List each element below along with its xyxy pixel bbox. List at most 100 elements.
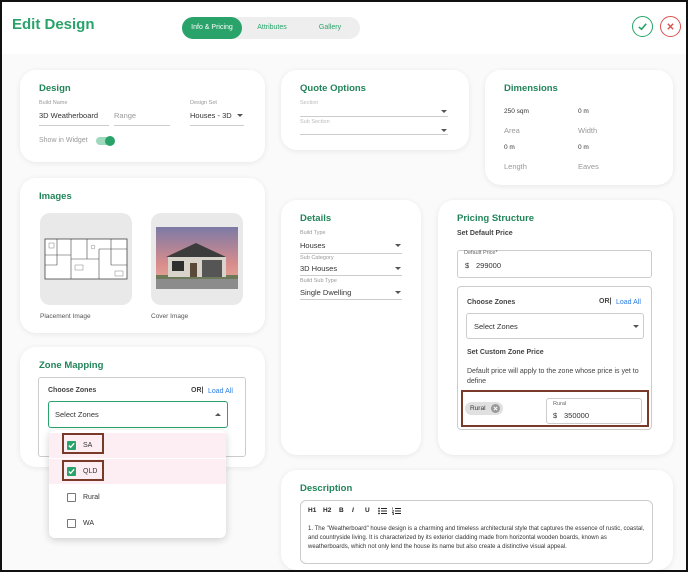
description-title: Description xyxy=(300,483,353,494)
option-label-rural: Rural xyxy=(83,494,100,501)
zone-chip-rural[interactable]: Rural xyxy=(465,402,503,415)
zone-chip-label: Rural xyxy=(470,405,486,412)
chevron-up-icon xyxy=(215,413,221,416)
build-sub-type-underline xyxy=(300,299,402,300)
zone-dropdown-menu: SA QLD Rural WA xyxy=(49,430,226,538)
build-type-label: Build Type xyxy=(300,230,326,236)
confirm-button[interactable] xyxy=(632,16,653,37)
default-price-value[interactable]: 299000 xyxy=(476,261,501,270)
sub-category-select[interactable]: 3D Houses xyxy=(300,264,337,273)
zone-select-dropdown[interactable]: Select Zones xyxy=(48,401,228,428)
italic-button[interactable]: I xyxy=(352,507,354,514)
or-separator: OR| xyxy=(191,387,204,394)
tab-info-pricing[interactable]: Info & Pricing xyxy=(182,17,242,39)
house-photo xyxy=(156,227,238,289)
dropdown-option-rural[interactable]: Rural xyxy=(49,485,226,510)
set-default-price-label: Set Default Price xyxy=(457,230,513,237)
area-value[interactable]: 250 sqm xyxy=(504,108,529,115)
width-value[interactable]: 0 m xyxy=(578,108,589,115)
length-value[interactable]: 0 m xyxy=(504,144,515,151)
area-label: Area xyxy=(504,126,520,135)
cancel-button[interactable] xyxy=(660,16,681,37)
pricing-structure-card: Pricing Structure Set Default Price Defa… xyxy=(438,200,673,455)
pricing-structure-title: Pricing Structure xyxy=(457,213,535,224)
default-price-note: Default price will apply to the zone who… xyxy=(467,368,639,385)
select-zones-placeholder: Select Zones xyxy=(474,322,518,331)
images-title: Images xyxy=(39,191,72,202)
zone-currency-symbol: $ xyxy=(553,411,558,420)
load-all-link[interactable]: Load All xyxy=(616,299,641,306)
details-card: Details Build Type Houses Sub Category 3… xyxy=(281,200,421,455)
range-input[interactable]: Range xyxy=(114,111,136,120)
choose-zones-label: Choose Zones xyxy=(467,299,516,306)
chevron-down-icon xyxy=(441,110,447,113)
length-label: Length xyxy=(504,162,527,171)
chevron-down-icon xyxy=(633,325,639,328)
bullet-list-icon[interactable] xyxy=(378,507,387,515)
sub-section-select[interactable] xyxy=(300,134,448,135)
chevron-down-icon xyxy=(395,267,401,270)
chevron-down-icon xyxy=(395,244,401,247)
design-set-underline xyxy=(190,125,244,126)
zone-price-field-rural[interactable]: Rural $ 350000 xyxy=(546,398,642,424)
checkbox-rural[interactable] xyxy=(67,493,76,502)
check-icon xyxy=(638,23,647,31)
default-price-field[interactable]: Default Price* $ 299000 xyxy=(457,250,652,278)
quote-options-title: Quote Options xyxy=(300,83,366,94)
chevron-down-icon xyxy=(395,291,401,294)
dropdown-option-wa[interactable]: WA xyxy=(49,511,226,536)
underline-button[interactable]: U xyxy=(365,507,370,514)
sa-highlight xyxy=(62,433,104,454)
placement-image-slot[interactable] xyxy=(40,213,132,305)
quote-options-card: Quote Options Section Sub Section xyxy=(281,70,469,150)
load-all-link[interactable]: Load All xyxy=(208,388,233,395)
zone-mapping-title: Zone Mapping xyxy=(39,360,104,371)
build-name-input[interactable]: 3D Weatherboard xyxy=(39,111,98,120)
zone-price-label: Rural xyxy=(553,401,567,407)
dimensions-title: Dimensions xyxy=(504,83,558,94)
cover-image-slot[interactable] xyxy=(151,213,243,305)
zone-price-value[interactable]: 350000 xyxy=(564,411,589,420)
floor-plan-image xyxy=(44,238,128,280)
build-sub-type-label: Build Sub Type xyxy=(300,278,337,284)
build-type-select[interactable]: Houses xyxy=(300,241,325,250)
design-title: Design xyxy=(39,83,71,94)
sub-category-label: Sub Category xyxy=(300,255,334,261)
remove-chip-icon[interactable] xyxy=(491,404,500,413)
select-zones-dropdown[interactable]: Select Zones xyxy=(466,313,644,339)
h1-button[interactable]: H1 xyxy=(308,507,316,514)
description-editor[interactable]: H1 H2 B I U 1. The "Weatherboard" house … xyxy=(300,500,653,564)
eaves-value[interactable]: 0 m xyxy=(578,144,589,151)
dimensions-card: Dimensions 250 sqm 0 m Area Width 0 m 0 … xyxy=(485,70,673,185)
images-card: Images Placement Image Cover Image xyxy=(20,178,265,333)
numbered-list-icon[interactable] xyxy=(392,507,401,515)
close-icon xyxy=(667,23,674,30)
default-price-label: Default Price* xyxy=(464,250,498,256)
build-type-underline xyxy=(300,253,402,254)
build-sub-type-select[interactable]: Single Dwelling xyxy=(300,288,351,297)
section-label: Section xyxy=(300,100,319,106)
checkbox-wa[interactable] xyxy=(67,519,76,528)
show-in-widget-toggle[interactable] xyxy=(96,136,115,146)
top-bar: Edit Design Info & Pricing Attributes Ga… xyxy=(2,2,686,54)
eaves-label: Eaves xyxy=(578,162,599,171)
chevron-down-icon xyxy=(441,129,447,132)
design-set-select[interactable]: Houses - 3D xyxy=(190,111,232,120)
zone-select-placeholder: Select Zones xyxy=(55,410,99,419)
toggle-knob xyxy=(105,136,115,146)
sub-category-underline xyxy=(300,275,402,276)
build-name-underline xyxy=(39,125,109,126)
design-card: Design Build Name 3D Weatherboard Range … xyxy=(20,70,265,162)
app-frame: Edit Design Info & Pricing Attributes Ga… xyxy=(0,0,688,572)
tab-gallery[interactable]: Gallery xyxy=(302,17,358,39)
option-label-wa: WA xyxy=(83,520,95,527)
build-name-label: Build Name xyxy=(39,100,68,106)
bold-button[interactable]: B xyxy=(339,507,344,514)
section-select[interactable] xyxy=(300,116,448,117)
zones-panel: Choose Zones OR| Load All Select Zones S… xyxy=(457,286,652,430)
placement-image-label: Placement Image xyxy=(40,313,91,320)
tab-attributes[interactable]: Attributes xyxy=(244,17,300,39)
range-underline xyxy=(114,125,170,126)
description-text: 1. The "Weatherboard" house design is a … xyxy=(308,526,645,550)
h2-button[interactable]: H2 xyxy=(323,507,331,514)
